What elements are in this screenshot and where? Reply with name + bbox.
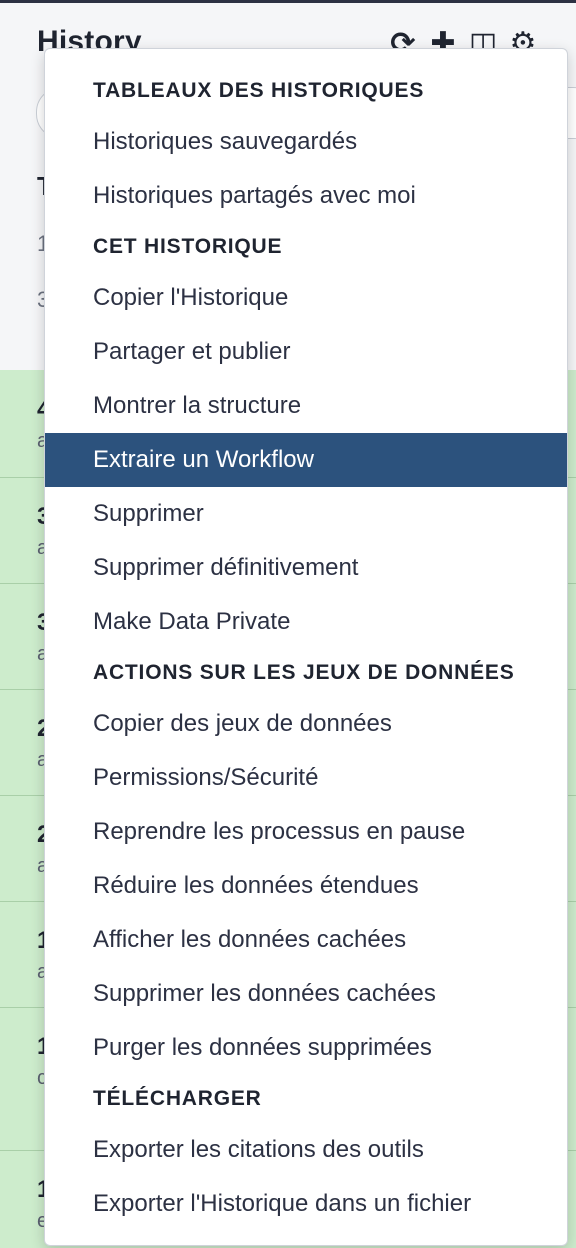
menu-item-make-private[interactable]: Make Data Private	[45, 595, 567, 649]
history-options-dropdown: TABLEAUX DES HISTORIQUES Historiques sau…	[44, 48, 568, 1246]
menu-item-purge-deleted[interactable]: Purger les données supprimées	[45, 1021, 567, 1075]
menu-item-export-citations[interactable]: Exporter les citations des outils	[45, 1123, 567, 1177]
menu-item-collapse-expanded[interactable]: Réduire les données étendues	[45, 859, 567, 913]
menu-item-extract-workflow[interactable]: Extraire un Workflow	[45, 433, 567, 487]
menu-item-show-structure[interactable]: Montrer la structure	[45, 379, 567, 433]
menu-header-download: TÉLÉCHARGER	[93, 1087, 262, 1110]
menu-item-permissions[interactable]: Permissions/Sécurité	[45, 751, 567, 805]
menu-item-resume-paused[interactable]: Reprendre les processus en pause	[45, 805, 567, 859]
menu-item-saved-histories[interactable]: Historiques sauvegardés	[45, 115, 567, 169]
menu-item-copy-history[interactable]: Copier l'Historique	[45, 271, 567, 325]
menu-header-dataset-actions: ACTIONS SUR LES JEUX DE DONNÉES	[93, 661, 515, 684]
menu-item-shared-histories[interactable]: Historiques partagés avec moi	[45, 169, 567, 223]
menu-item-show-hidden[interactable]: Afficher les données cachées	[45, 913, 567, 967]
history-panel: History ⟳ ✚ ◫ ⚙ T 1 3 4 a 3 a 3 a 2 a 2	[0, 0, 576, 1248]
menu-item-delete[interactable]: Supprimer	[45, 487, 567, 541]
menu-item-delete-permanently[interactable]: Supprimer définitivement	[45, 541, 567, 595]
menu-header-history-lists: TABLEAUX DES HISTORIQUES	[93, 79, 425, 102]
menu-item-delete-hidden[interactable]: Supprimer les données cachées	[45, 967, 567, 1021]
menu-header-this-history: CET HISTORIQUE	[93, 235, 283, 258]
menu-item-copy-datasets[interactable]: Copier des jeux de données	[45, 697, 567, 751]
menu-item-export-history[interactable]: Exporter l'Historique dans un fichier	[45, 1177, 567, 1231]
menu-item-share-publish[interactable]: Partager et publier	[45, 325, 567, 379]
